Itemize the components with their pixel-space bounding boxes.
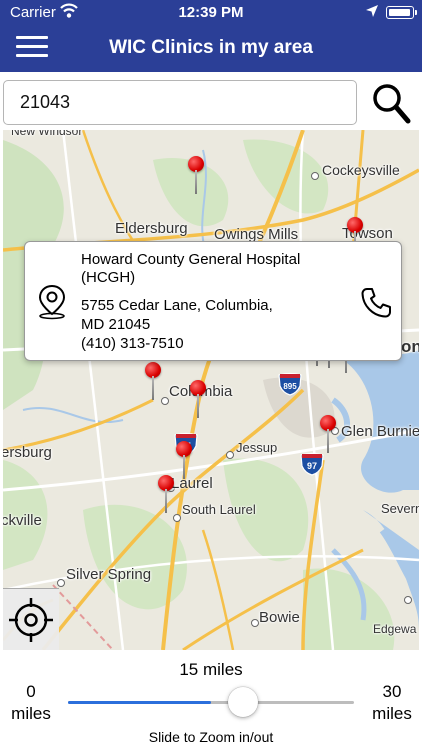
battery-icon (386, 6, 417, 19)
map-label-glen-burnie: Glen Burnie (341, 423, 419, 440)
navigation-bar: WIC Clinics in my area (0, 24, 422, 72)
location-arrow-icon (366, 5, 378, 17)
status-bar: Carrier 12:39 PM (0, 0, 422, 24)
clinic-phone[interactable]: (410) 313-7510 (81, 335, 184, 352)
map-label-eldersburg: Eldersburg (115, 220, 188, 237)
interstate-shield-895: 895 (278, 372, 302, 396)
map-pin-outline-icon (38, 284, 66, 320)
map-town-dot (173, 514, 181, 522)
map-town-dot (311, 172, 319, 180)
page-title: WIC Clinics in my area (109, 37, 313, 58)
svg-text:895: 895 (283, 382, 297, 391)
zip-search-input[interactable] (3, 80, 357, 125)
map-town-dot (251, 619, 259, 627)
clinic-map-pin[interactable] (145, 362, 161, 402)
clinic-name: Howard County General Hospital (HCGH) (81, 251, 301, 286)
map-label-gaithersburg: ersburg (3, 444, 52, 461)
crosshair-icon (9, 598, 53, 642)
map-label-edgewater: Edgewa (373, 622, 417, 636)
current-location-button[interactable] (3, 588, 59, 650)
map-label-new-windsor: New Windsor (11, 130, 83, 138)
clinic-map-pin[interactable] (320, 415, 336, 455)
map-label-silver-spring: Silver Spring (66, 566, 152, 583)
map-label-south-laurel: South Laurel (182, 502, 256, 517)
map-town-dot (57, 579, 65, 587)
zoom-slider-fill (68, 701, 211, 704)
search-icon[interactable] (370, 80, 412, 126)
search-row (0, 72, 422, 130)
interstate-shield-97: 97 (300, 452, 324, 476)
map-label-severn: Severn (381, 501, 419, 516)
phone-call-icon[interactable] (359, 286, 393, 320)
zoom-slider-thumb[interactable] (228, 687, 258, 717)
clinic-map-pin[interactable] (158, 475, 174, 515)
map-view[interactable]: New Windsor Cockeysville Eldersburg Owin… (3, 130, 419, 650)
map-label-edge-fragment: on (401, 337, 419, 356)
clinic-address-line2: MD 21045 (81, 316, 151, 333)
map-town-dot (161, 397, 169, 405)
zoom-slider-track[interactable] (68, 701, 354, 704)
clinic-address-line1: 5755 Cedar Lane, Columbia, (81, 297, 273, 314)
svg-text:97: 97 (307, 461, 317, 471)
map-town-dot (226, 451, 234, 459)
map-label-jessup: Jessup (236, 440, 278, 455)
map-label-rockville: ckville (3, 512, 42, 529)
zoom-min-value: 0 (26, 682, 36, 701)
zoom-max-unit: miles (372, 704, 412, 723)
zoom-min-unit: miles (11, 704, 51, 723)
zoom-current-value: 15 miles (179, 660, 243, 679)
map-label-cockeysville: Cockeysville (322, 162, 400, 178)
clinic-info-callout[interactable]: Howard County General Hospital (HCGH) 57… (24, 241, 402, 361)
clinic-map-pin[interactable] (190, 380, 206, 420)
map-town-dot (404, 596, 412, 604)
zoom-max-value: 30 (382, 682, 402, 701)
clock: 12:39 PM (178, 4, 244, 21)
clinic-map-pin[interactable] (176, 441, 192, 481)
map-label-bowie: Bowie (259, 609, 300, 626)
zoom-hint: Slide to Zoom in/out (148, 729, 274, 745)
clinic-map-pin[interactable] (188, 156, 204, 196)
zoom-panel: 15 miles 0 miles 30 miles Slide to Zoom … (0, 650, 422, 750)
